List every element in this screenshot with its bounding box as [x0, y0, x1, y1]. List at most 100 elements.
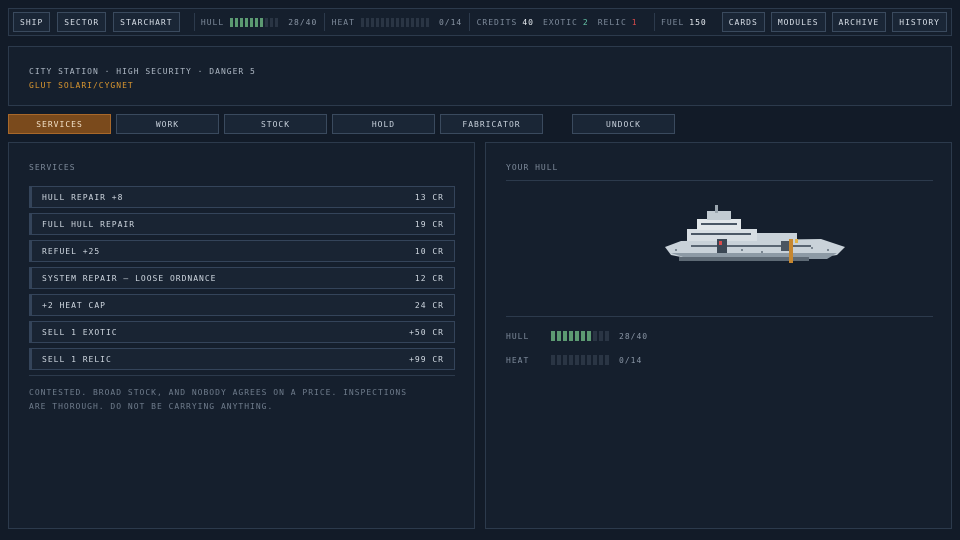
- undock-button[interactable]: UNDOCK: [572, 114, 675, 134]
- bar-segment: [563, 355, 567, 365]
- service-row[interactable]: SELL 1 RELIC +99 CR: [29, 348, 455, 370]
- bar-segment: [605, 331, 609, 341]
- tab-services[interactable]: SERVICES: [8, 114, 111, 134]
- hull-value: 28/40: [288, 17, 318, 27]
- hull-label: HULL: [506, 331, 530, 341]
- bar-segment: [380, 17, 384, 27]
- service-name: REFUEL +25: [42, 246, 101, 256]
- ship-button[interactable]: SHIP: [13, 12, 51, 32]
- hull-bar: [230, 17, 279, 27]
- starchart-button[interactable]: STARCHART: [113, 12, 180, 32]
- bar-segment: [420, 17, 424, 27]
- hull-stat: HULL 28/40: [506, 331, 931, 341]
- heat-label: HEAT: [506, 355, 530, 365]
- location-panel: CITY STATION · HIGH SECURITY · DANGER 5 …: [8, 46, 952, 106]
- heat-label: HEAT: [331, 17, 355, 27]
- hull-label: HULL: [200, 17, 225, 27]
- bar-segment: [599, 331, 603, 341]
- modules-button[interactable]: MODULES: [770, 12, 826, 32]
- bar-segment: [275, 17, 279, 27]
- bar-segment: [581, 331, 585, 341]
- station-tabs: SERVICES WORK STOCK HOLD FABRICATOR UNDO…: [8, 114, 680, 134]
- services-title: SERVICES: [29, 163, 76, 172]
- services-list: HULL REPAIR +8 13 CR FULL HULL REPAIR 19 CR…: [29, 186, 455, 370]
- service-name: SYSTEM REPAIR — LOOSE ORDNANCE: [42, 273, 217, 283]
- hull-value: 28/40: [619, 331, 649, 341]
- service-row[interactable]: HULL REPAIR +8 13 CR: [29, 186, 455, 208]
- service-price: 13 CR: [414, 192, 444, 202]
- bar-segment: [390, 17, 394, 27]
- history-button[interactable]: HISTORY: [892, 12, 947, 32]
- bar-segment: [400, 17, 404, 27]
- hull-bar: [551, 331, 609, 341]
- hull-stat: HULL 28/40: [200, 17, 318, 27]
- bar-segment: [270, 17, 274, 27]
- cards-button[interactable]: CARDS: [721, 12, 765, 32]
- service-row[interactable]: REFUEL +25 10 CR: [29, 240, 455, 262]
- relic-label: RELIC: [597, 17, 627, 27]
- service-name: SELL 1 EXOTIC: [42, 327, 118, 337]
- service-price: 12 CR: [414, 273, 444, 283]
- service-row[interactable]: SYSTEM REPAIR — LOOSE ORDNANCE 12 CR: [29, 267, 455, 289]
- relic-value: 1: [631, 17, 638, 27]
- bar-segment: [250, 17, 254, 27]
- bar-segment: [230, 17, 234, 27]
- service-price: 24 CR: [414, 300, 444, 310]
- bar-segment: [563, 331, 567, 341]
- bar-segment: [410, 17, 414, 27]
- bar-segment: [587, 331, 591, 341]
- archive-button[interactable]: ARCHIVE: [831, 12, 887, 32]
- bar-segment: [235, 17, 239, 27]
- exotic-value: 2: [582, 17, 589, 27]
- service-name: +2 HEAT CAP: [42, 300, 106, 310]
- divider: [506, 316, 933, 317]
- bar-segment: [385, 17, 389, 27]
- bar-segment: [575, 355, 579, 365]
- bar-segment: [375, 17, 379, 27]
- credits-label: CREDITS: [476, 17, 518, 27]
- bar-segment: [255, 17, 259, 27]
- ship-display: [506, 181, 931, 316]
- bar-segment: [245, 17, 249, 27]
- tab-stock[interactable]: STOCK: [224, 114, 327, 134]
- service-row[interactable]: FULL HULL REPAIR 19 CR: [29, 213, 455, 235]
- bar-segment: [593, 331, 597, 341]
- tab-hold[interactable]: HOLD: [332, 114, 435, 134]
- bar-segment: [599, 355, 603, 365]
- bar-segment: [551, 331, 555, 341]
- service-row[interactable]: +2 HEAT CAP 24 CR: [29, 294, 455, 316]
- bar-segment: [605, 355, 609, 365]
- tab-fabricator[interactable]: FABRICATOR: [440, 114, 543, 134]
- ship-sprite-icon: [665, 205, 845, 263]
- bar-segment: [557, 331, 561, 341]
- sector-button[interactable]: SECTOR: [57, 12, 107, 32]
- bar-segment: [569, 355, 573, 365]
- bar-segment: [581, 355, 585, 365]
- service-name: FULL HULL REPAIR: [42, 219, 136, 229]
- service-name: SELL 1 RELIC: [42, 354, 112, 364]
- bar-segment: [395, 17, 399, 27]
- bar-segment: [415, 17, 419, 27]
- location-description: CITY STATION · HIGH SECURITY · DANGER 5: [29, 67, 256, 76]
- heat-value: 0/14: [619, 355, 643, 365]
- bar-segment: [425, 17, 429, 27]
- heat-stat: HEAT 0/14: [331, 17, 463, 27]
- hull-panel: YOUR HULL HULL 28/40 HEAT 0/14: [485, 142, 952, 529]
- station-flavor-text: CONTESTED. BROAD STOCK, AND NOBODY AGREE…: [29, 388, 408, 411]
- fuel-value: 150: [689, 17, 707, 27]
- credits-value: 40: [522, 17, 534, 27]
- fuel-stat: FUEL 150: [661, 18, 716, 27]
- service-row[interactable]: SELL 1 EXOTIC +50 CR: [29, 321, 455, 343]
- services-panel: SERVICES HULL REPAIR +8 13 CR FULL HULL RE…: [8, 142, 475, 529]
- service-price: 10 CR: [414, 246, 444, 256]
- fuel-label: FUEL: [661, 17, 685, 27]
- tab-work[interactable]: WORK: [116, 114, 219, 134]
- bar-segment: [593, 355, 597, 365]
- service-price: +50 CR: [409, 327, 444, 337]
- bar-segment: [587, 355, 591, 365]
- bar-segment: [265, 17, 269, 27]
- heat-value: 0/14: [438, 17, 463, 27]
- heat-bar: [360, 17, 429, 27]
- bar-segment: [557, 355, 561, 365]
- top-bar: SHIP SECTOR STARCHART HULL 28/40 HEAT 0/…: [8, 8, 952, 36]
